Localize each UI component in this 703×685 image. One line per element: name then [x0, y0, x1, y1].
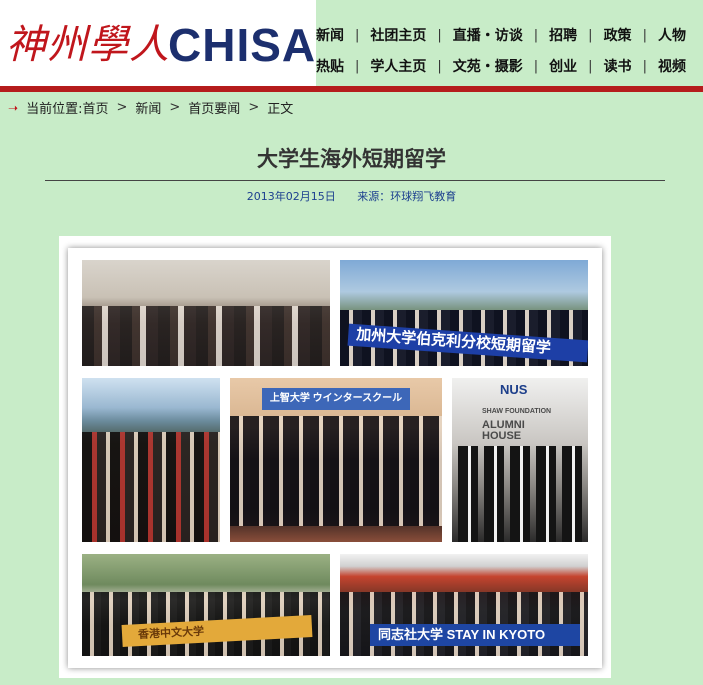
sign-sophia: 上智大学 ウインタースクール: [262, 388, 410, 410]
banner-kyoto: 同志社大学 STAY IN KYOTO: [370, 624, 580, 646]
group-silhouette: [452, 446, 588, 542]
nav-separator: |: [642, 27, 647, 43]
sign-alumni-house: ALUMNI HOUSE: [482, 419, 525, 442]
breadcrumb-current: 正文: [267, 102, 294, 117]
sign-nus: NUS: [500, 382, 528, 397]
logo-english-text: CHISA: [168, 19, 317, 71]
nav-separator: |: [588, 27, 593, 43]
photo-indoor-group: [82, 260, 330, 366]
photo-nus-group: NUS SHAW FOUNDATION ALUMNI HOUSE: [452, 378, 588, 542]
site-header: 神州學人 CHISA 新闻 | 社团主页 | 直播・访谈 | 招聘 | 政策 | 人物 热贴 | 学人主…: [0, 0, 703, 86]
nav-link[interactable]: 社团主页: [370, 25, 426, 45]
group-silhouette: [230, 416, 442, 526]
nav-separator: |: [588, 58, 593, 74]
logo-chinese-text: 神州學人: [6, 22, 170, 68]
nav-separator: |: [642, 58, 647, 74]
nav-link[interactable]: 热贴: [316, 56, 344, 76]
header-divider: [0, 86, 703, 92]
sign-shaw-foundation: SHAW FOUNDATION: [482, 408, 552, 415]
photo-kyoto-group: 同志社大学 STAY IN KYOTO: [340, 554, 588, 656]
nav-link[interactable]: 新闻: [316, 25, 344, 45]
nav-link[interactable]: 读书: [604, 56, 632, 76]
nav-separator: |: [533, 27, 539, 43]
arrow-icon: ➝: [8, 100, 19, 115]
nav-link[interactable]: 直播・访谈: [453, 25, 523, 45]
nav-separator: |: [437, 27, 442, 43]
nav-separator: |: [437, 58, 442, 74]
nav-row-2: 热贴 | 学人主页 | 文苑・摄影 | 创业 | 读书 | 视频: [316, 53, 703, 79]
site-logo[interactable]: 神州學人 CHISA: [0, 0, 316, 86]
chevron-right-icon: >: [248, 100, 260, 115]
photo-waterfront-group: [82, 378, 220, 542]
photo-cuhk-group: 香港中文大学: [82, 554, 330, 656]
chevron-right-icon: >: [169, 100, 181, 115]
article-meta: 2013年02月15日 来源：环球翔飞教育: [0, 188, 703, 204]
nav-link[interactable]: 政策: [604, 25, 632, 45]
article-source: 来源：环球翔飞教育: [357, 190, 457, 203]
main-nav: 新闻 | 社团主页 | 直播・访谈 | 招聘 | 政策 | 人物 热贴 | 学人主页 | 文苑・摄影 | 创业 |…: [316, 22, 703, 79]
nav-row-1: 新闻 | 社团主页 | 直播・访谈 | 招聘 | 政策 | 人物: [316, 22, 703, 48]
article-title: 大学生海外短期留学: [257, 146, 446, 171]
breadcrumb: ➝ 当前位置: 首页 > 新闻 > 首页要闻 > 正文: [8, 98, 293, 117]
title-divider: [45, 180, 665, 181]
photo-berkeley-group: 加州大学伯克利分校短期留学: [340, 260, 588, 366]
nav-separator: |: [355, 27, 360, 43]
group-silhouette: [82, 432, 220, 542]
group-silhouette: [82, 306, 330, 366]
photo-sophia-group: 上智大学 ウインタースクール: [230, 378, 442, 542]
nav-separator: |: [355, 58, 360, 74]
chevron-right-icon: >: [116, 100, 128, 115]
breadcrumb-label: 当前位置:: [26, 102, 83, 117]
breadcrumb-news[interactable]: 新闻: [135, 98, 161, 117]
nav-link[interactable]: 招聘: [549, 25, 577, 45]
nav-separator: |: [533, 58, 539, 74]
nav-link[interactable]: 人物: [658, 25, 686, 45]
breadcrumb-home[interactable]: 首页: [82, 98, 108, 117]
nav-link[interactable]: 视频: [658, 56, 686, 76]
nav-link[interactable]: 创业: [549, 56, 577, 76]
photo-collage[interactable]: 加州大学伯克利分校短期留学 上智大学 ウインタースクール NUS SHAW FO…: [68, 248, 602, 668]
breadcrumb-headlines[interactable]: 首页要闻: [188, 98, 240, 117]
nav-link[interactable]: 文苑・摄影: [453, 56, 523, 76]
nav-link[interactable]: 学人主页: [370, 56, 426, 76]
article-date: 2013年02月15日: [246, 190, 336, 203]
